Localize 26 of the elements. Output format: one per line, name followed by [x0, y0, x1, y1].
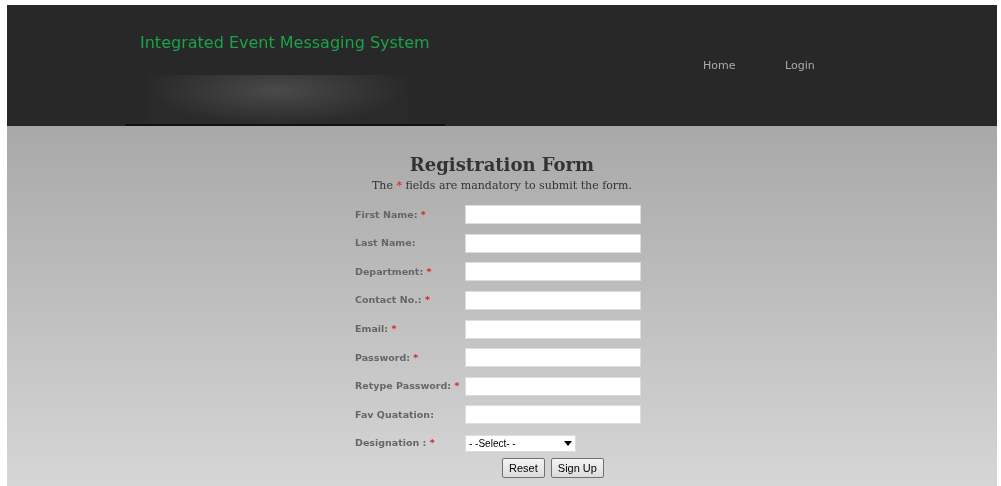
nav-link[interactable]: Login — [785, 58, 867, 75]
field-label: First Name: * — [355, 207, 427, 222]
field-label: Last Name: — [355, 236, 417, 251]
field-label: Department: * — [355, 264, 433, 279]
form-button[interactable]: Sign Up — [550, 457, 604, 479]
form-button[interactable]: Reset — [502, 457, 545, 479]
input-field[interactable] — [465, 291, 641, 311]
nav-link[interactable]: Home — [703, 58, 785, 75]
input-field[interactable] — [465, 319, 641, 339]
input-field[interactable] — [465, 233, 641, 253]
input-field[interactable] — [465, 348, 641, 368]
input-field[interactable] — [465, 376, 641, 396]
form-note: The * fields are mandatory to submit the form. — [371, 178, 633, 194]
field-label: Retype Password: * — [355, 379, 461, 394]
field-label: Fav Quatation: — [355, 407, 435, 422]
select-dropdown[interactable]: - -Select- - — [465, 435, 576, 453]
input-field[interactable] — [465, 205, 641, 225]
form-title: Registration Form — [409, 153, 595, 177]
site-title: Integrated Event Messaging System — [140, 32, 430, 54]
field-label: Email: * — [355, 322, 398, 337]
field-label: Designation : * — [355, 436, 436, 451]
input-field[interactable] — [465, 262, 641, 282]
input-field[interactable] — [465, 405, 641, 425]
field-label: Contact No.: * — [355, 293, 431, 308]
field-label: Password: * — [355, 350, 420, 365]
caret-icon — [564, 441, 572, 447]
